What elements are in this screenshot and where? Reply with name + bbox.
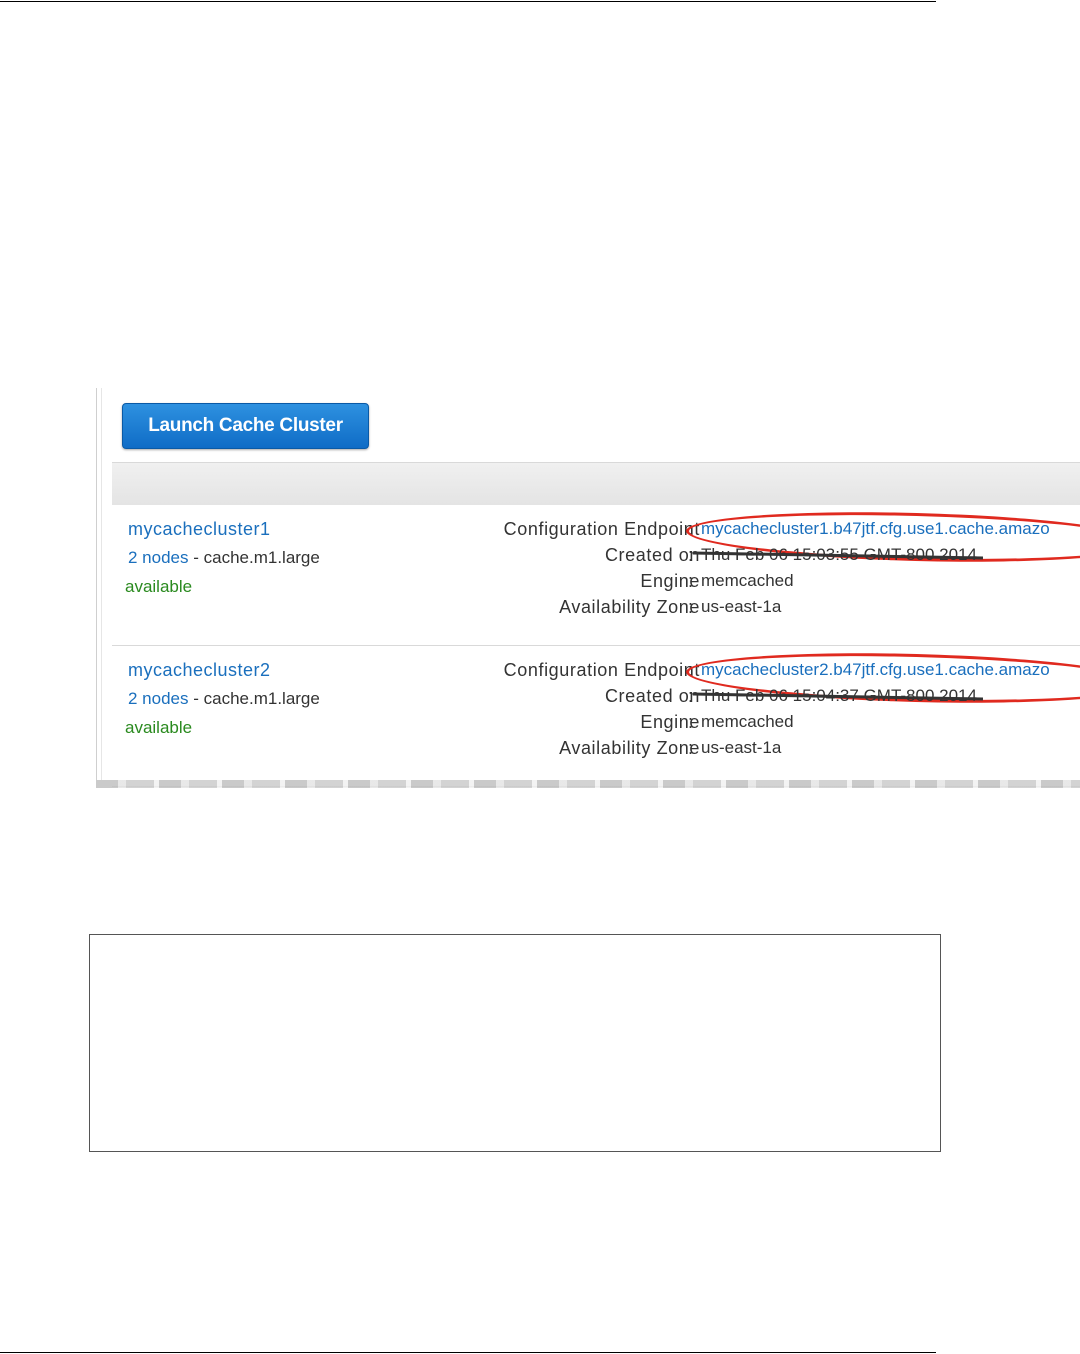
created-on-label: Created on <box>604 686 700 706</box>
availability-zone-label: Availability Zone <box>559 738 700 758</box>
engine-value: memcached <box>701 571 794 590</box>
panel-edge <box>96 388 102 780</box>
nodes-link[interactable]: 2 nodes <box>128 548 189 567</box>
cluster-row: mycachecluster1 2 nodes - cache.m1.large… <box>112 505 1080 646</box>
node-type: - cache.m1.large <box>193 548 320 567</box>
elasticache-screenshot: Launch Cache Cluster mycachecluster1 2 n… <box>96 388 1080 788</box>
availability-zone-value: us-east-1a <box>701 597 782 616</box>
engine-value: memcached <box>701 712 794 731</box>
node-type: - cache.m1.large <box>193 689 320 708</box>
created-on-value: Thu Feb 06 15:04:37 GMT-800 2014 <box>692 686 983 706</box>
config-endpoint-link[interactable]: mycachecluster1.b47jtf.cfg.use1.cache.am… <box>701 519 1050 539</box>
cluster-name-link[interactable]: mycachecluster1 <box>128 519 271 540</box>
top-rule <box>0 1 936 2</box>
created-on-label: Created on <box>604 545 700 565</box>
cluster-name-link[interactable]: mycachecluster2 <box>128 660 271 681</box>
config-endpoint-label: Configuration Endpoint <box>503 660 700 680</box>
created-on-value: Thu Feb 06 15:03:55 GMT-800 2014 <box>692 545 983 565</box>
status-badge: available <box>125 718 193 737</box>
config-endpoint-label: Configuration Endpoint <box>503 519 700 539</box>
bottom-rule <box>0 1352 936 1353</box>
cluster-row: mycachecluster2 2 nodes - cache.m1.large… <box>112 646 1080 787</box>
torn-edge <box>96 780 1080 788</box>
nodes-line: 2 nodes - cache.m1.large <box>128 548 320 568</box>
availability-zone-label: Availability Zone <box>559 597 700 617</box>
availability-zone-value: us-east-1a <box>701 738 782 757</box>
config-endpoint-link[interactable]: mycachecluster2.b47jtf.cfg.use1.cache.am… <box>701 660 1050 680</box>
empty-code-box <box>89 934 941 1152</box>
nodes-link[interactable]: 2 nodes <box>128 689 189 708</box>
nodes-line: 2 nodes - cache.m1.large <box>128 689 320 709</box>
table-header <box>112 462 1080 506</box>
launch-cache-cluster-button[interactable]: Launch Cache Cluster <box>122 403 369 449</box>
cluster-details: Configuration Endpoint : mycachecluster1… <box>412 506 1080 623</box>
cluster-details: Configuration Endpoint : mycachecluster2… <box>412 647 1080 764</box>
status-badge: available <box>125 577 193 596</box>
